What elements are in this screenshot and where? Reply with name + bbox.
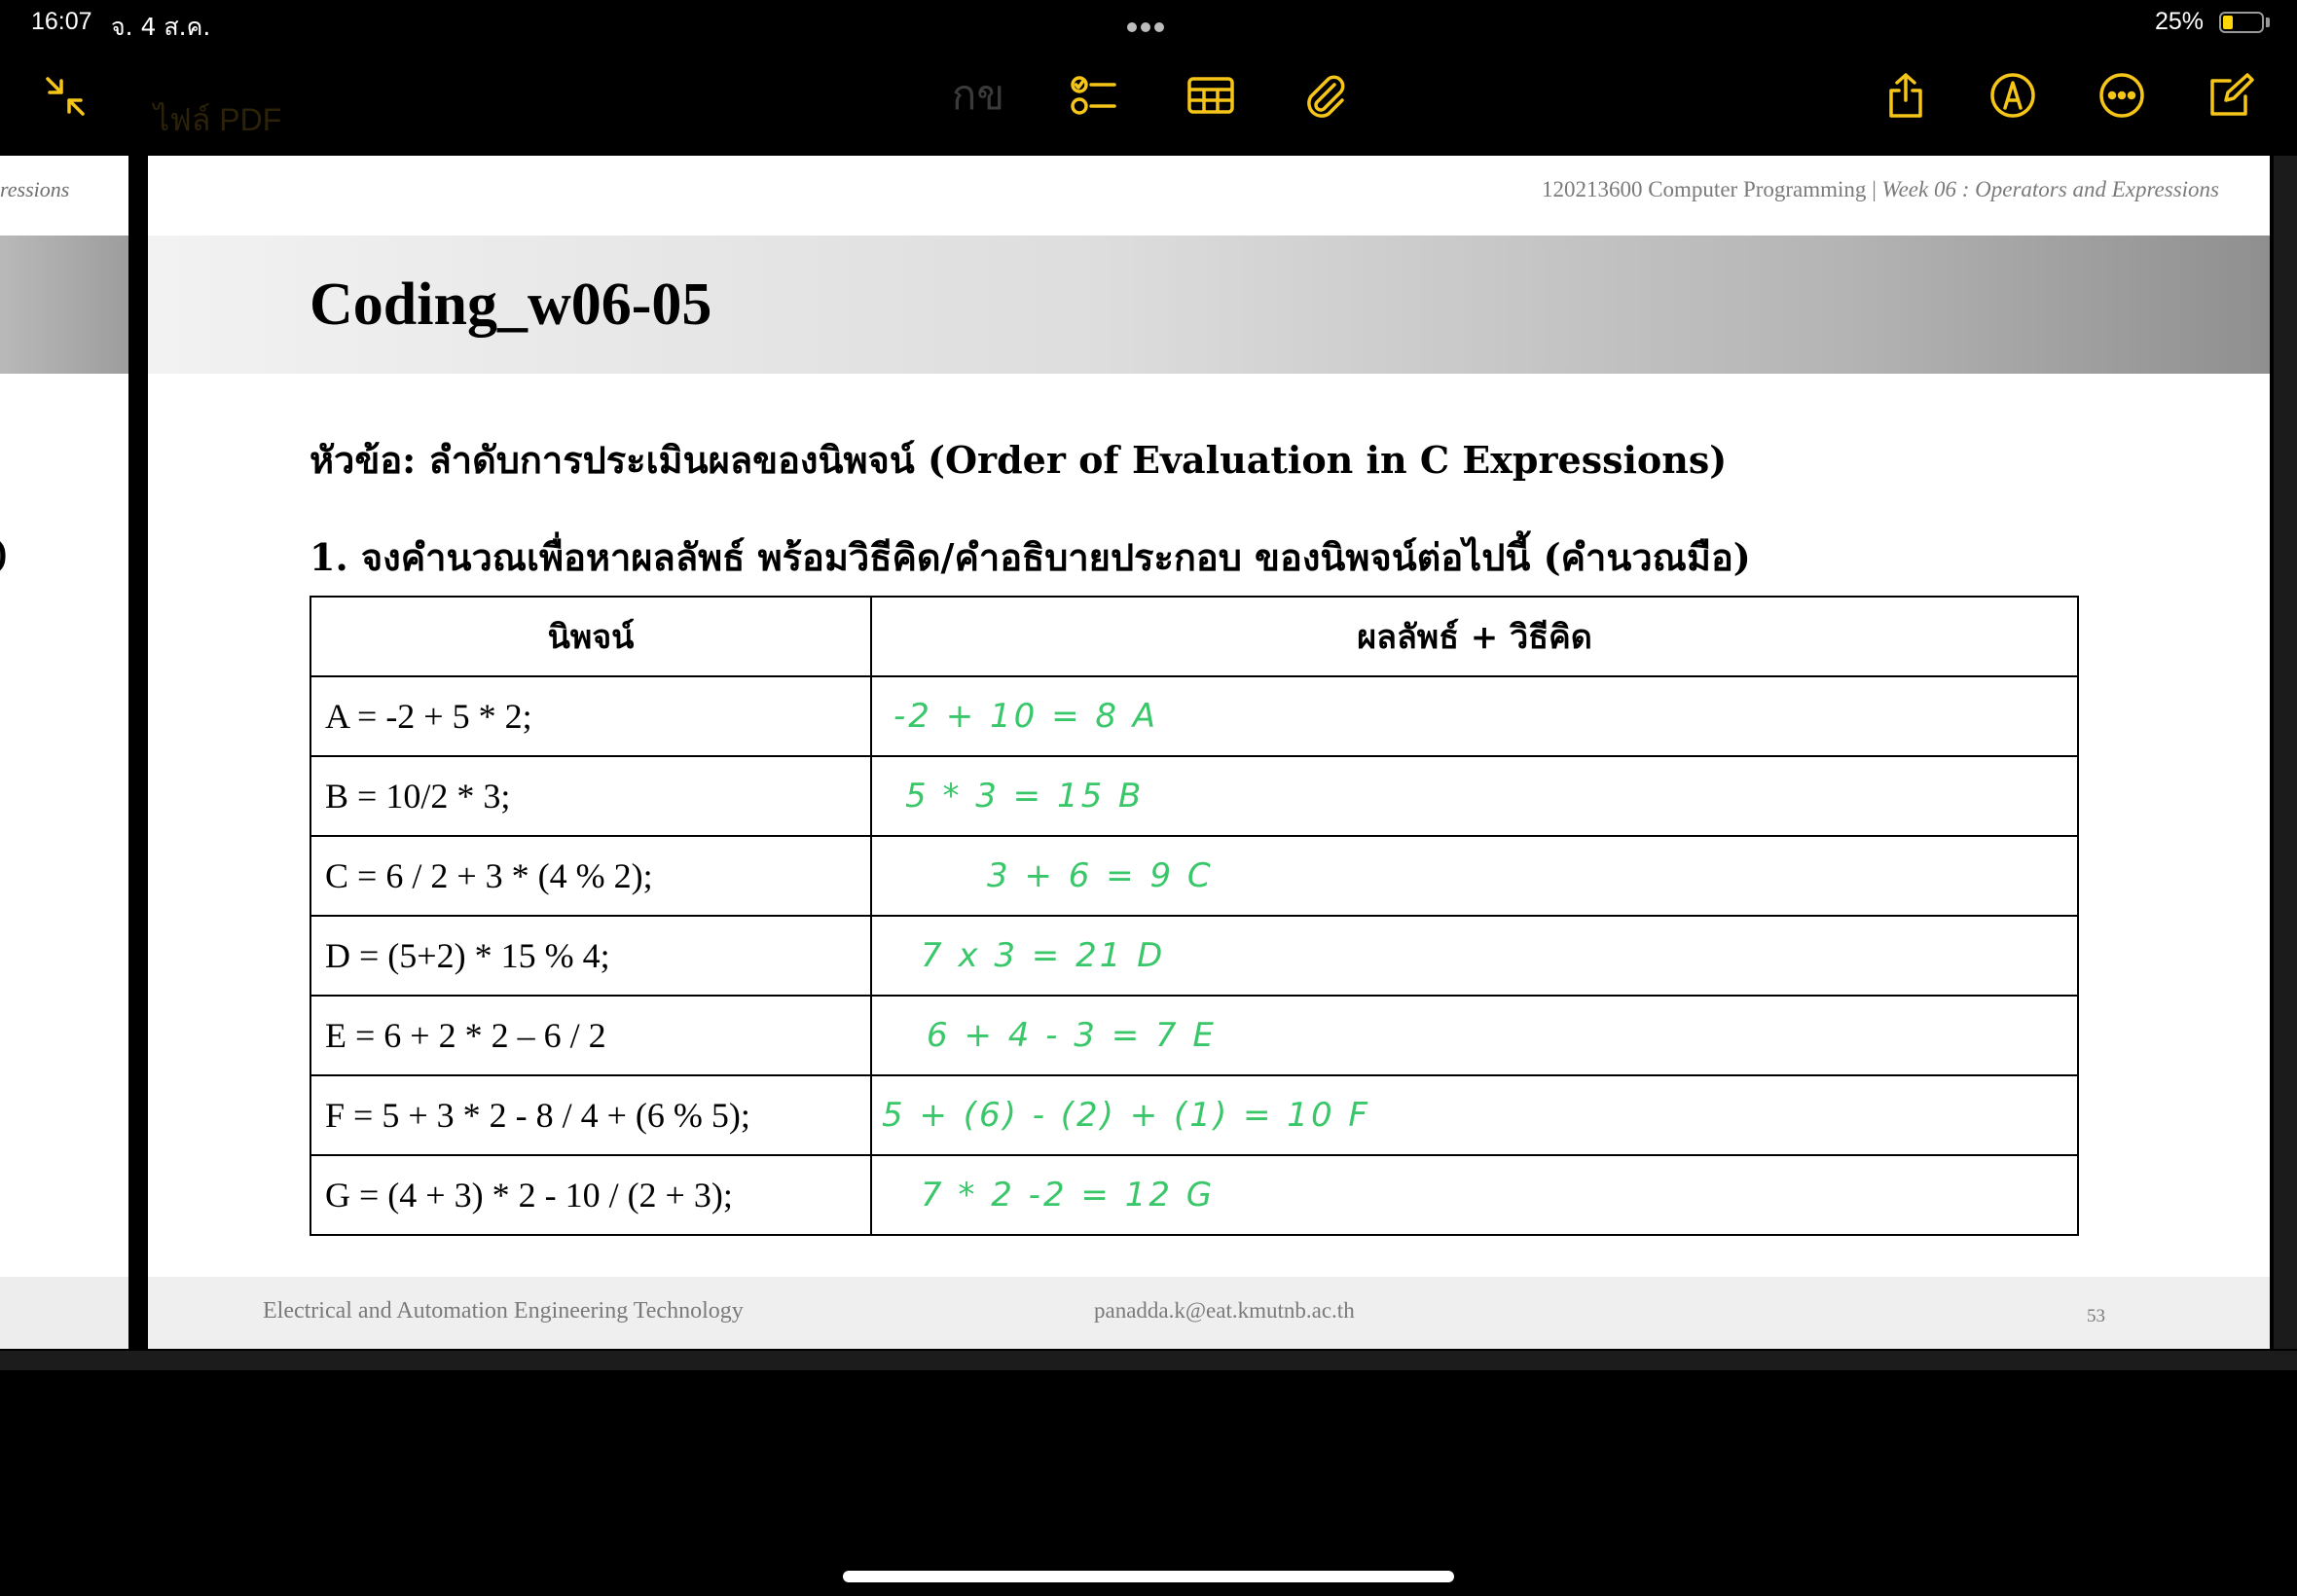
text-format-icon[interactable]: กข [944, 68, 1012, 123]
status-bar: 16:07 จ. 4 ส.ค. 25% [0, 0, 2297, 47]
table-row: A = -2 + 5 * 2; -2 + 10 = 8 A [310, 675, 2079, 757]
table-row: F = 5 + 3 * 2 - 8 / 4 + (6 % 5); 5 + (6)… [310, 1074, 2079, 1156]
handwritten-answer[interactable]: 5 + (6) - (2) + (1) = 10 F [870, 1074, 2079, 1156]
document-title[interactable]: ไฟล์ PDF [154, 95, 281, 145]
expression-cell: F = 5 + 3 * 2 - 8 / 4 + (6 % 5); [310, 1074, 872, 1156]
table-row: C = 6 / 2 + 3 * (4 % 2); 3 + 6 = 9 C [310, 835, 2079, 917]
expression-table: นิพจน์ ผลลัพธ์ + วิธีคิด A = -2 + 5 * 2;… [310, 596, 2079, 1236]
header-separator: | [1872, 177, 1877, 201]
page-number: 53 [2087, 1306, 2105, 1326]
collapse-icon[interactable] [37, 68, 91, 123]
expression-cell: B = 10/2 * 3; [310, 755, 872, 837]
slide-title: Coding_w06-05 [310, 272, 712, 338]
pdf-page[interactable]: 120213600 Computer Programming | Week 06… [148, 156, 2270, 1349]
table-row: D = (5+2) * 15 % 4; 7 x 3 = 21 D [310, 915, 2079, 997]
handwritten-answer[interactable]: 7 x 3 = 21 D [870, 915, 2079, 997]
column-header-result: ผลลัพธ์ + วิธีคิด [870, 596, 2079, 677]
expression-cell: C = 6 / 2 + 3 * (4 % 2); [310, 835, 872, 917]
status-date: จ. 4 ส.ค. [111, 13, 211, 41]
multitasking-dots[interactable] [1127, 18, 1170, 32]
status-time: 16:07 [31, 8, 92, 35]
footer-email: panadda.k@eat.kmutnb.ac.th [1094, 1298, 1355, 1323]
compose-icon[interactable] [2204, 68, 2258, 123]
expression-cell: G = (4 + 3) * 2 - 10 / (2 + 3); [310, 1154, 872, 1236]
expression-cell: E = 6 + 2 * 2 – 6 / 2 [310, 995, 872, 1076]
course-name: 120213600 Computer Programming [1541, 177, 1867, 201]
table-row: E = 6 + 2 * 2 – 6 / 2 6 + 4 - 3 = 7 E [310, 995, 2079, 1076]
table-row: G = (4 + 3) * 2 - 10 / (2 + 3); 7 * 2 -2… [310, 1154, 2079, 1236]
next-page-edge[interactable] [2274, 156, 2297, 1349]
question-text: 1. จงคำนวณเพื่อหาผลลัพธ์ พร้อมวิธีคิด/คำ… [310, 535, 1751, 579]
prev-page-text: ) [0, 529, 7, 575]
handwritten-answer[interactable]: -2 + 10 = 8 A [870, 675, 2079, 757]
week-topic: Week 06 : Operators and Expressions [1881, 177, 2219, 201]
more-icon[interactable] [2095, 68, 2149, 123]
prev-page-header: ressions [0, 177, 70, 201]
footer-department: Electrical and Automation Engineering Te… [263, 1298, 744, 1324]
previous-page[interactable]: ressions ) [0, 156, 128, 1349]
handwritten-answer[interactable]: 5 * 3 = 15 B [870, 755, 2079, 837]
home-indicator[interactable] [843, 1571, 1454, 1582]
checklist-icon[interactable] [1067, 68, 1121, 123]
page-header: 120213600 Computer Programming | Week 06… [1542, 177, 2219, 202]
column-header-expression: นิพจน์ [310, 596, 872, 677]
table-header-row: นิพจน์ ผลลัพธ์ + วิธีคิด [310, 596, 2079, 677]
topic-heading: หัวข้อ: ลำดับการประเมินผลของนิพจน์ (Orde… [310, 438, 1728, 482]
battery-percent: 25% [2155, 8, 2205, 35]
table-icon[interactable] [1184, 68, 1238, 123]
handwritten-answer[interactable]: 6 + 4 - 3 = 7 E [870, 995, 2079, 1076]
table-row: B = 10/2 * 3; 5 * 3 = 15 B [310, 755, 2079, 837]
expression-cell: D = (5+2) * 15 % 4; [310, 915, 872, 997]
battery-icon [2219, 12, 2264, 33]
expression-cell: A = -2 + 5 * 2; [310, 675, 872, 757]
title-band: Coding_w06-05 [148, 236, 2270, 374]
handwritten-answer[interactable]: 7 * 2 -2 = 12 G [870, 1154, 2079, 1236]
handwritten-answer[interactable]: 3 + 6 = 9 C [870, 835, 2079, 917]
share-icon[interactable] [1878, 68, 1933, 123]
paperclip-icon[interactable] [1298, 68, 1353, 123]
text-mode-label: กข [951, 71, 1005, 119]
markup-pen-icon[interactable] [1986, 68, 2040, 123]
toolbar [0, 49, 2297, 146]
